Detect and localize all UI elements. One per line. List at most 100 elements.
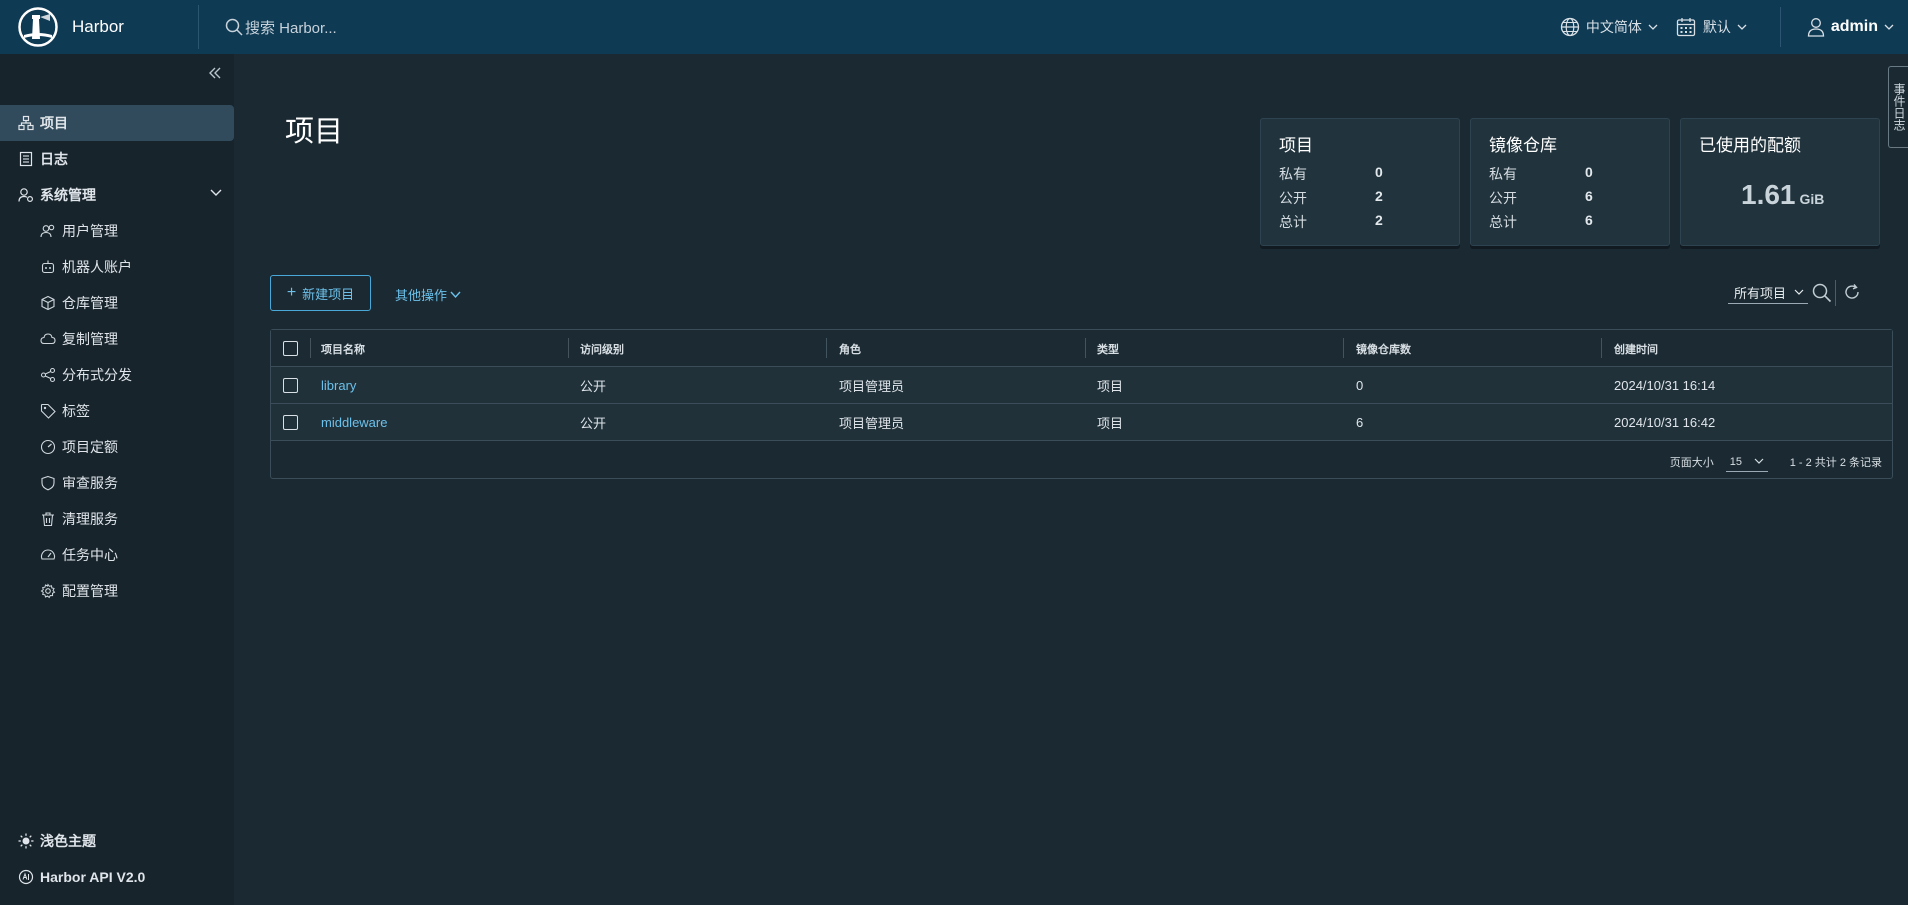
access-level-cell: 公开 — [580, 379, 607, 394]
card-row-value: 6 — [1585, 188, 1593, 204]
brand-name: Harbor — [72, 17, 124, 36]
table-row[interactable]: middleware 公开 项目管理员 项目 6 2024/10/31 16:4… — [271, 404, 1892, 441]
column-header-type[interactable]: 类型 — [1097, 330, 1119, 367]
registry-icon — [41, 295, 55, 311]
logs-icon — [19, 151, 33, 167]
project-filter-value: 所有项目 — [1734, 286, 1787, 301]
table-row[interactable]: library 公开 项目管理员 项目 0 2024/10/31 16:14 — [271, 367, 1892, 404]
brand[interactable]: Harbor — [0, 0, 198, 54]
user-menu[interactable]: admin — [1807, 17, 1894, 37]
sidebar-item-registries[interactable]: 仓库管理 — [0, 285, 234, 321]
table-footer: 页面大小 15 1 - 2 共计 2 条记录 — [271, 444, 1892, 480]
theme-toggle-label: 浅色主题 — [40, 833, 96, 849]
share-icon — [40, 367, 56, 383]
header-divider — [1779, 7, 1781, 47]
project-name-link[interactable]: middleware — [321, 404, 387, 441]
globe-icon — [1560, 17, 1580, 37]
column-divider — [310, 338, 311, 358]
gear-icon — [40, 583, 56, 599]
theme-toggle[interactable]: 浅色主题 — [0, 823, 234, 859]
projects-table: 项目名称 访问级别 角色 类型 镜像仓库数 创建时间 library 公开 项目… — [270, 329, 1893, 479]
sidebar-item-distribution[interactable]: 分布式分发 — [0, 357, 234, 393]
sidebar-item-logs[interactable]: 日志 — [0, 141, 234, 177]
card-row-label: 公开 — [1489, 190, 1517, 206]
sidebar-item-label: 项目 — [40, 115, 68, 131]
creation-time-cell: 2024/10/31 16:14 — [1614, 378, 1716, 393]
card-row-label: 总计 — [1489, 214, 1517, 230]
sidebar-item-replications[interactable]: 复制管理 — [0, 321, 234, 357]
creation-time-cell: 2024/10/31 16:42 — [1614, 415, 1716, 430]
sun-icon — [18, 833, 34, 849]
card-row-label: 公开 — [1279, 190, 1307, 206]
refresh-icon[interactable] — [1843, 283, 1861, 301]
sidebar-item-job-service[interactable]: 任务中心 — [0, 537, 234, 573]
datetime-format-label: 默认 — [1702, 19, 1731, 35]
card-row-value: 2 — [1375, 188, 1383, 204]
sidebar-item-configuration[interactable]: 配置管理 — [0, 573, 234, 609]
page-size-select[interactable]: 15 — [1725, 452, 1768, 472]
new-project-button[interactable]: + 新建项目 — [270, 275, 371, 311]
type-cell: 项目 — [1097, 379, 1124, 394]
search-icon[interactable] — [1812, 283, 1832, 303]
more-actions-button[interactable]: 其他操作 — [395, 285, 461, 304]
header-actions: 中文简体 默认 admin — [1560, 0, 1908, 54]
row-select-cell — [283, 367, 298, 404]
sidebar-item-label: 配置管理 — [62, 583, 118, 599]
card-title: 已使用的配额 — [1699, 136, 1801, 155]
chevron-down-icon — [450, 291, 461, 298]
sidebar-item-labels[interactable]: 标签 — [0, 393, 234, 429]
sidebar-item-clean-up[interactable]: 清理服务 — [0, 501, 234, 537]
row-checkbox[interactable] — [283, 378, 298, 393]
top-header: Harbor 搜索 Harbor... 中文简体 默认 admin — [0, 0, 1908, 54]
sidebar-item-robot-accounts[interactable]: 机器人账户 — [0, 249, 234, 285]
column-header-access-level[interactable]: 访问级别 — [580, 330, 624, 367]
card-title: 镜像仓库 — [1489, 136, 1557, 155]
sidebar-item-label: 审查服务 — [62, 475, 118, 491]
sidebar-item-label: 复制管理 — [62, 331, 118, 347]
collapse-sidebar-icon[interactable] — [208, 66, 222, 80]
select-all-checkbox[interactable] — [283, 341, 298, 356]
column-divider — [568, 338, 569, 358]
project-filter-select[interactable]: 所有项目 — [1728, 282, 1808, 304]
sidebar-item-projects[interactable]: 项目 — [0, 105, 234, 141]
sidebar-item-interrogation-services[interactable]: 审查服务 — [0, 465, 234, 501]
shield-icon — [41, 475, 55, 491]
chevron-down-icon — [1884, 24, 1894, 30]
column-header-name[interactable]: 项目名称 — [321, 330, 365, 367]
repositories-summary-card: 镜像仓库 私有 0 公开 6 总计 6 — [1470, 118, 1670, 246]
language-selector[interactable]: 中文简体 — [1560, 17, 1658, 37]
column-header-creation-time[interactable]: 创建时间 — [1614, 330, 1658, 367]
api-link-label: Harbor API V2.0 — [40, 869, 146, 885]
event-log-tab[interactable]: 事件日志 — [1888, 66, 1908, 148]
robot-icon — [41, 260, 55, 274]
row-checkbox[interactable] — [283, 415, 298, 430]
sidebar-item-users[interactable]: 用户管理 — [0, 213, 234, 249]
header-divider — [198, 5, 199, 49]
sidebar-item-administration[interactable]: 系统管理 — [0, 177, 234, 213]
column-header-role[interactable]: 角色 — [839, 330, 861, 367]
card-row-value: 0 — [1585, 164, 1593, 180]
datetime-format-selector[interactable]: 默认 — [1676, 17, 1747, 37]
language-label: 中文简体 — [1585, 19, 1642, 35]
record-count: 1 - 2 共计 2 条记录 — [1789, 457, 1882, 469]
global-search[interactable]: 搜索 Harbor... — [225, 17, 337, 38]
api-link[interactable]: Harbor API V2.0 — [0, 859, 234, 895]
search-input[interactable]: 搜索 Harbor... — [245, 17, 337, 38]
sidebar-item-label: 清理服务 — [62, 511, 118, 527]
repo-count-cell: 6 — [1356, 415, 1364, 430]
pagination: 页面大小 15 1 - 2 共计 2 条记录 — [1670, 444, 1882, 480]
column-header-repo-count[interactable]: 镜像仓库数 — [1356, 330, 1411, 367]
projects-summary-card: 项目 私有 0 公开 2 总计 2 — [1260, 118, 1460, 246]
sidebar-item-project-quotas[interactable]: 项目定额 — [0, 429, 234, 465]
column-divider — [1085, 338, 1086, 358]
page-size-label: 页面大小 — [1669, 457, 1714, 469]
table-header: 项目名称 访问级别 角色 类型 镜像仓库数 创建时间 — [271, 330, 1892, 367]
admin-icon — [18, 188, 34, 203]
role-cell: 项目管理员 — [839, 416, 905, 431]
sidebar-item-label: 仓库管理 — [62, 295, 118, 311]
card-title: 项目 — [1279, 136, 1313, 155]
quota-value: 1.61 — [1741, 179, 1796, 210]
more-actions-label: 其他操作 — [395, 288, 448, 303]
project-name-link[interactable]: library — [321, 367, 356, 404]
chevron-down-icon — [1794, 289, 1804, 295]
